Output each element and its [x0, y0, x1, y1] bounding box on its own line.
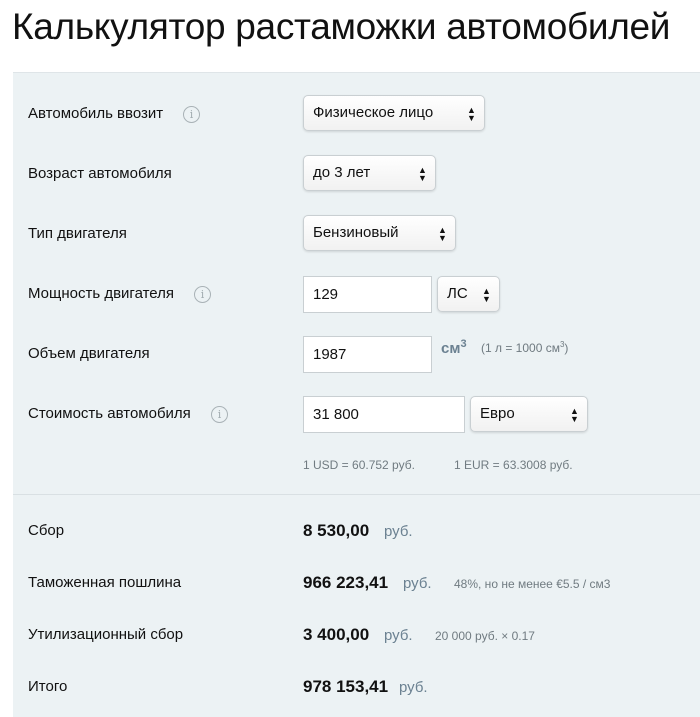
recycling-fee-value: 3 400,00 [303, 625, 370, 644]
volume-hint: (1 л = 1000 см3) [481, 340, 569, 355]
price-input[interactable]: 31 800 [303, 396, 465, 433]
power-input[interactable]: 129 [303, 276, 432, 313]
power-unit-value: ЛС [447, 285, 468, 302]
recycling-fee-note: 20 000 руб. × 0.17 [435, 629, 535, 643]
page-title: Калькулятор растаможки автомобилей [12, 6, 671, 47]
power-unit-select[interactable]: ЛС ▲ ▼ [437, 276, 500, 312]
total-label: Итого [28, 678, 68, 695]
engine-type-label: Тип двигателя [28, 225, 127, 242]
info-icon[interactable]: i [211, 406, 228, 423]
section-divider [13, 494, 700, 495]
importer-select-value: Физическое лицо [313, 104, 434, 121]
currency-select-value: Евро [480, 405, 515, 422]
recycling-fee-label: Утилизационный сбор [28, 626, 184, 643]
duty-currency: руб. [403, 575, 432, 592]
engine-type-select-value: Бензиновый [313, 224, 399, 241]
volume-unit: см3 [441, 338, 467, 357]
importer-select[interactable]: Физическое лицо ▲ ▼ [303, 95, 485, 131]
fee-value: 8 530,00 [303, 521, 370, 540]
engine-type-select[interactable]: Бензиновый ▲ ▼ [303, 215, 456, 251]
power-label: Мощность двигателя [28, 285, 175, 302]
fee-label: Сбор [28, 522, 65, 539]
up-down-arrows-icon: ▲ ▼ [438, 225, 447, 243]
duty-value: 966 223,41 [303, 573, 389, 592]
up-down-arrows-icon: ▲ ▼ [467, 105, 476, 123]
duty-note: 48%, но не менее €5.5 / см3 [454, 577, 611, 591]
volume-input[interactable]: 1987 [303, 336, 432, 373]
currency-select[interactable]: Евро ▲ ▼ [470, 396, 588, 432]
up-down-arrows-icon: ▲ ▼ [570, 406, 579, 424]
importer-label: Автомобиль ввозит [28, 105, 164, 122]
volume-label: Объем двигателя [28, 345, 150, 362]
age-select-value: до 3 лет [313, 164, 371, 181]
age-label: Возраст автомобиля [28, 165, 172, 182]
up-down-arrows-icon: ▲ ▼ [482, 286, 491, 304]
duty-label: Таможенная пошлина [28, 574, 182, 591]
info-icon[interactable]: i [194, 286, 211, 303]
total-value: 978 153,41 [303, 677, 389, 696]
up-down-arrows-icon: ▲ ▼ [418, 165, 427, 183]
calculator-panel: Автомобиль ввозит i Физическое лицо ▲ ▼ В… [13, 72, 700, 717]
info-icon[interactable]: i [183, 106, 200, 123]
recycling-fee-currency: руб. [384, 627, 413, 644]
eur-rate: 1 EUR = 63.3008 руб. [454, 458, 573, 472]
price-label: Стоимость автомобиля [28, 405, 191, 422]
total-currency: руб. [399, 679, 428, 696]
usd-rate: 1 USD = 60.752 руб. [303, 458, 415, 472]
fee-currency: руб. [384, 523, 413, 540]
age-select[interactable]: до 3 лет ▲ ▼ [303, 155, 436, 191]
